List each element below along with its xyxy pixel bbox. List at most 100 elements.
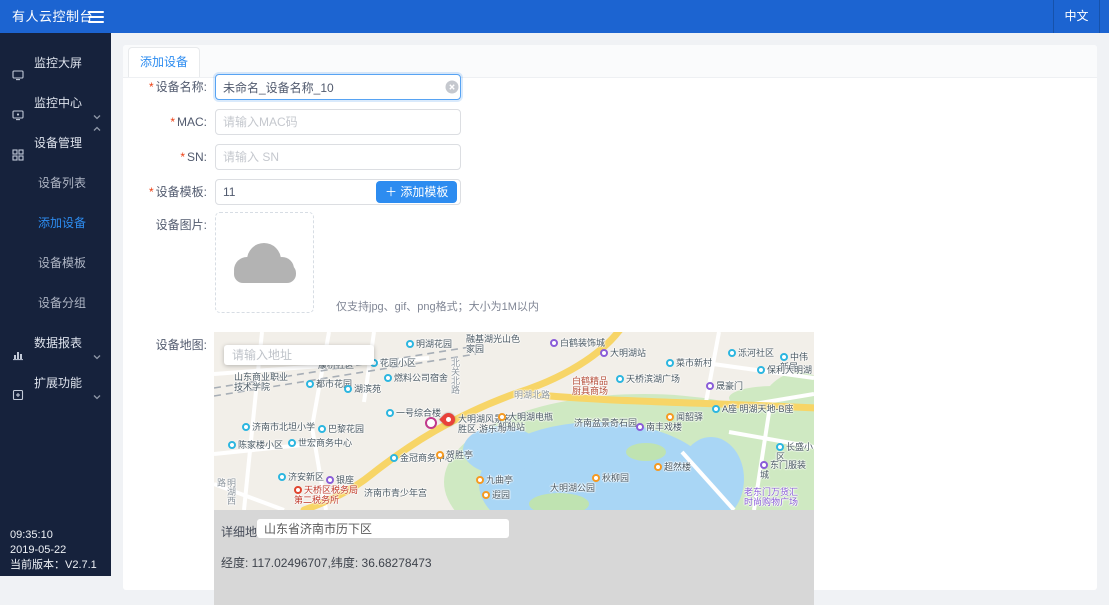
- sidebar-item-label: 监控中心: [34, 83, 82, 123]
- sidebar-menu: 监控大屏监控中心设备管理设备列表添加设备设备模板设备分组数据报表扩展功能: [0, 33, 111, 403]
- template-select-value: 11: [223, 185, 235, 199]
- map-label: 贺胜亭: [436, 450, 473, 460]
- add-device-card: 添加设备 *设备名称: *MAC: *SN: *设备模板: 11: [123, 45, 1097, 590]
- menu-toggle-icon[interactable]: [88, 8, 106, 24]
- map-label: 山东商业职业 技术学院: [234, 372, 288, 392]
- sidebar-item-4[interactable]: 设备列表: [0, 163, 111, 203]
- clock-time: 09:35:10: [10, 528, 97, 543]
- map-label: 明湖花园: [406, 339, 452, 349]
- sidebar: 监控大屏监控中心设备管理设备列表添加设备设备模板设备分组数据报表扩展功能 09:…: [0, 33, 111, 576]
- map-label: 花园小区: [370, 358, 416, 368]
- chevron-down-icon: [92, 98, 102, 108]
- chevron-up-icon: [92, 138, 102, 148]
- map-label: 世宏商务中心: [288, 438, 352, 448]
- sidebar-item-label: 设备分组: [38, 283, 86, 323]
- map-label: 秋柳园: [592, 473, 629, 483]
- map-label: 白鹤装饰城: [550, 338, 605, 348]
- device-image-label: 设备图片:: [123, 212, 207, 238]
- add-template-button[interactable]: ＋ 添加模板: [376, 181, 457, 203]
- map-label: 大明湖站: [600, 348, 646, 358]
- map-label: 南丰戏楼: [636, 422, 682, 432]
- sidebar-item-8[interactable]: 数据报表: [0, 323, 111, 363]
- chart-icon: [12, 337, 24, 349]
- map-label: A座 明湖天地-B座: [712, 404, 794, 414]
- main-content: 添加设备 *设备名称: *MAC: *SN: *设备模板: 11: [111, 33, 1109, 576]
- map-label: 湖滨苑: [344, 384, 381, 394]
- map-label: 融基湖光山色 家园: [466, 334, 520, 354]
- language-switch[interactable]: 中文: [1053, 0, 1100, 33]
- map-label: 天桥滨湖广场: [616, 374, 680, 384]
- device-name-row: *设备名称:: [123, 74, 1097, 100]
- grid-icon: [12, 137, 24, 149]
- map-label: 银座: [326, 475, 354, 485]
- sidebar-item-label: 监控大屏: [34, 43, 82, 83]
- geo-panel: 详细地址: 经度: 117.02496707,纬度: 36.68278473: [214, 510, 814, 605]
- sidebar-item-5[interactable]: 添加设备: [0, 203, 111, 243]
- map-label: 闻韶驿: [666, 412, 703, 422]
- map-address-search-input[interactable]: [224, 345, 374, 365]
- map-label: 九曲亭: [476, 475, 513, 485]
- map-label: 菜市新村: [666, 358, 712, 368]
- mac-row: *MAC:: [123, 109, 1097, 135]
- sidebar-item-label: 数据报表: [34, 323, 82, 363]
- map-label: 泺河社区: [728, 348, 774, 358]
- map-label: 天桥区税务局 第二税务所: [294, 485, 358, 505]
- device-name-label: *设备名称:: [123, 74, 207, 100]
- template-row: *设备模板: 11 ＋ 添加模板: [123, 179, 1097, 205]
- clock-date: 2019-05-22: [10, 543, 97, 558]
- sidebar-item-7[interactable]: 设备分组: [0, 283, 111, 323]
- sidebar-item-2[interactable]: 监控中心: [0, 83, 111, 123]
- map-label: 北关北路: [450, 358, 460, 394]
- mac-label: *MAC:: [123, 109, 207, 135]
- app-title: 有人云控制台: [12, 0, 93, 33]
- device-map-label: 设备地图:: [123, 332, 207, 358]
- map-label: 大明湖电瓶 船船站: [498, 412, 553, 432]
- sidebar-item-label: 设备列表: [38, 163, 86, 203]
- map-label: 巴黎花园: [318, 424, 364, 434]
- sn-input[interactable]: [215, 144, 461, 170]
- map-label: 济安新区: [278, 472, 324, 482]
- sidebar-item-3[interactable]: 设备管理: [0, 123, 111, 163]
- map-label: 陈家楼小区: [228, 440, 283, 450]
- map-label: 保利大明湖: [757, 365, 812, 375]
- image-upload-box[interactable]: [215, 212, 314, 313]
- clear-input-icon[interactable]: [445, 80, 459, 94]
- extension-icon: [12, 377, 24, 389]
- map-label: 济南市北坦小学: [242, 422, 315, 432]
- map-label: 长盛小区: [776, 442, 814, 462]
- map-label: 济南市青少年宫: [364, 488, 427, 498]
- map-label: 燃料公司宿舍: [384, 373, 448, 383]
- map-label: 晟豪门: [706, 381, 743, 391]
- map-label: 大明湖公园: [550, 483, 595, 493]
- chevron-down-icon: [92, 338, 102, 348]
- screen-icon: [12, 57, 24, 69]
- map-label: 超然楼: [654, 462, 691, 472]
- sn-row: *SN:: [123, 144, 1097, 170]
- map-label: 济南盆景奇石园: [574, 418, 637, 428]
- map-label: 明湖北路: [514, 390, 550, 400]
- sidebar-item-label: 扩展功能: [34, 363, 82, 403]
- map-label: 东门服装城: [760, 460, 814, 480]
- sn-label: *SN:: [123, 144, 207, 170]
- sidebar-item-label: 添加设备: [38, 203, 86, 243]
- top-bar: 有人云控制台 中文: [0, 0, 1109, 33]
- chevron-down-icon: [92, 378, 102, 388]
- coordinates-text: 经度: 117.02496707,纬度: 36.68278473: [221, 554, 432, 571]
- sidebar-item-6[interactable]: 设备模板: [0, 243, 111, 283]
- cloud-placeholder-icon: [234, 243, 296, 283]
- version-label: 当前版本：V2.7.1: [10, 558, 97, 573]
- sidebar-item-9[interactable]: 扩展功能: [0, 363, 111, 403]
- map-label: 老东门万货汇 时尚购物广场: [744, 487, 798, 507]
- sidebar-item-1[interactable]: 监控大屏: [0, 43, 111, 83]
- monitor-icon: [12, 97, 24, 109]
- device-name-input[interactable]: [215, 74, 461, 100]
- address-input[interactable]: [257, 519, 509, 538]
- map-label: 遐园: [482, 490, 510, 500]
- sidebar-footer: 09:35:10 2019-05-22 当前版本：V2.7.1: [10, 528, 97, 573]
- device-map[interactable]: 明湖花园融基湖光山色 家园白鹤装饰城大明湖站泺河社区中伟新居菜市新村保利大明湖康…: [214, 332, 814, 510]
- sidebar-item-label: 设备模板: [38, 243, 86, 283]
- mac-input[interactable]: [215, 109, 461, 135]
- tab-add-device[interactable]: 添加设备: [128, 47, 200, 77]
- template-label: *设备模板:: [123, 179, 207, 205]
- image-format-hint: 仅支持jpg、gif、png格式；大小为1M以内: [336, 298, 539, 314]
